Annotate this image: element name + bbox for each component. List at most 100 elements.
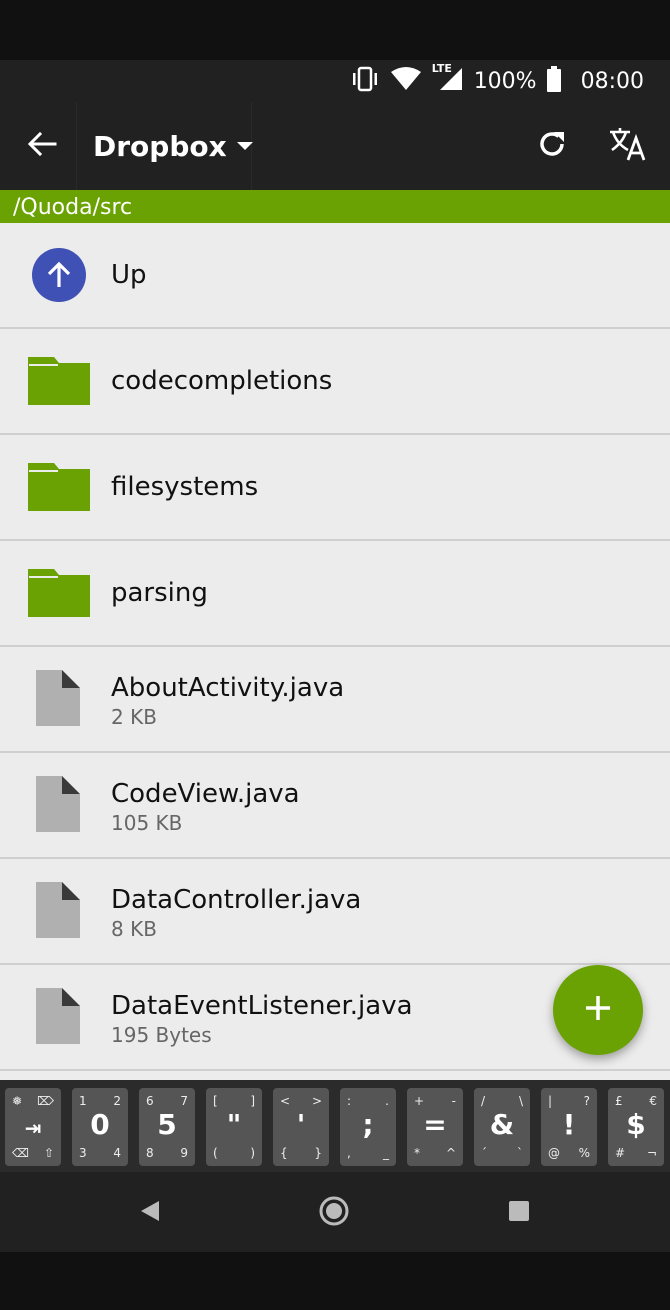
key-top-left: 6: [146, 1094, 154, 1108]
status-bar: LTE 100% 08:00: [0, 60, 670, 102]
tab-icon: ⇥: [24, 1116, 42, 1140]
key-main: $: [626, 1108, 646, 1141]
key-top-left: :: [347, 1094, 352, 1108]
back-button[interactable]: [20, 124, 64, 168]
file-icon: [28, 775, 90, 835]
key-special[interactable]: ❅ ⌦ ⇥ ⌫ ⇧: [5, 1088, 61, 1166]
key-top-right: €: [649, 1094, 657, 1108]
file-size: 8 KB: [111, 917, 157, 941]
file-item[interactable]: CodeView.java 105 KB: [0, 753, 670, 859]
key-bottom-left: @: [548, 1146, 560, 1160]
key-top-left: 1: [79, 1094, 87, 1108]
vibrate-icon: [350, 66, 380, 96]
key-0[interactable]: 1 2 0 3 4: [72, 1088, 128, 1166]
top-system-band: [0, 0, 670, 60]
key-top-right: 7: [180, 1094, 188, 1108]
key-5[interactable]: 6 7 5 8 9: [139, 1088, 195, 1166]
folder-name: filesystems: [111, 472, 259, 502]
key-bottom-left: {: [280, 1146, 288, 1160]
key-main: =: [423, 1108, 447, 1141]
symbol-key-bar: ❅ ⌦ ⇥ ⌫ ⇧ 1 2 0 3 4 6 7 5 8 9 [ ] " ( ) …: [0, 1080, 670, 1172]
system-nav-bar: [0, 1172, 670, 1252]
key-equals[interactable]: + - = * ^: [407, 1088, 463, 1166]
key-main: ;: [362, 1108, 374, 1141]
clock: 08:00: [580, 68, 644, 94]
key-bottom-right: }: [314, 1146, 322, 1160]
nav-recents-button[interactable]: [494, 1188, 544, 1238]
key-main: 5: [157, 1108, 177, 1141]
dropdown-arrow-icon: [236, 142, 253, 150]
key-bottom-left: 8: [146, 1146, 154, 1160]
file-item[interactable]: AboutActivity.java 2 KB: [0, 647, 670, 753]
key-main: &: [489, 1108, 515, 1141]
key-main: ": [226, 1108, 242, 1141]
battery-percent: 100%: [473, 68, 537, 94]
key-bottom-left: ⌫: [12, 1146, 29, 1160]
triangle-back-icon: [139, 1199, 161, 1227]
key-main: !: [562, 1108, 576, 1141]
lte-signal-icon: LTE: [432, 62, 464, 96]
arrow-up-icon: [28, 245, 90, 305]
list-item-up[interactable]: Up: [0, 223, 670, 329]
key-bottom-left: 3: [79, 1146, 87, 1160]
folder-name: codecompletions: [111, 366, 333, 396]
file-name: DataEventListener.java: [111, 991, 413, 1021]
key-top-left: +: [414, 1094, 425, 1108]
key-top-left: |: [548, 1094, 553, 1108]
status-icons: LTE 100% 08:00: [350, 60, 644, 102]
key-bottom-left: #: [615, 1146, 626, 1160]
folder-icon: [28, 457, 90, 517]
key-apostrophe[interactable]: < > ' { }: [273, 1088, 329, 1166]
key-top-right: 2: [113, 1094, 121, 1108]
key-main: ': [296, 1108, 306, 1141]
folder-icon: [28, 351, 90, 411]
file-icon: [28, 881, 90, 941]
translate-button[interactable]: [604, 124, 652, 168]
key-top-right: >: [311, 1094, 322, 1108]
key-top-left: [: [213, 1094, 218, 1108]
file-name: AboutActivity.java: [111, 673, 345, 703]
key-top-right: ?: [583, 1094, 590, 1108]
key-ampersand[interactable]: / \ & ´ `: [474, 1088, 530, 1166]
key-top-right: \: [518, 1094, 523, 1108]
folder-item[interactable]: codecompletions: [0, 329, 670, 435]
square-recents-icon: [508, 1200, 530, 1226]
key-quote[interactable]: [ ] " ( ): [206, 1088, 262, 1166]
add-fab-button[interactable]: [553, 965, 643, 1055]
key-top-right: -: [451, 1094, 456, 1108]
key-top-right: .: [385, 1094, 389, 1108]
folder-item[interactable]: filesystems: [0, 435, 670, 541]
file-name: DataController.java: [111, 885, 362, 915]
app-bar: Dropbox: [0, 102, 670, 190]
lte-label: LTE: [431, 62, 452, 75]
refresh-button[interactable]: [530, 124, 574, 168]
plus-icon: [584, 994, 612, 1026]
storage-title: Dropbox: [93, 129, 227, 163]
key-bottom-left: *: [414, 1146, 420, 1160]
file-size: 2 KB: [111, 705, 157, 729]
key-bottom-right: ): [250, 1146, 255, 1160]
folder-item[interactable]: parsing: [0, 541, 670, 647]
arrow-left-icon: [27, 131, 57, 161]
key-bottom-left: (: [213, 1146, 218, 1160]
key-bottom-right: _: [383, 1146, 389, 1160]
file-item[interactable]: DataController.java 8 KB: [0, 859, 670, 965]
current-path: /Quoda/src: [0, 190, 670, 223]
storage-selector[interactable]: Dropbox: [76, 102, 253, 190]
key-bottom-left: ,: [347, 1146, 351, 1160]
file-icon: [28, 987, 90, 1047]
key-top-right: ⌦: [37, 1094, 54, 1108]
folder-icon: [28, 563, 90, 623]
key-top-left: <: [280, 1094, 291, 1108]
key-semicolon[interactable]: : . ; , _: [340, 1088, 396, 1166]
key-bottom-right: ^: [445, 1146, 456, 1160]
key-exclamation[interactable]: | ? ! @ %: [541, 1088, 597, 1166]
key-bottom-right: ¬: [646, 1146, 657, 1160]
nav-home-button[interactable]: [309, 1188, 359, 1238]
folder-name: parsing: [111, 578, 208, 608]
file-size: 105 KB: [111, 811, 183, 835]
nav-back-button[interactable]: [125, 1188, 175, 1238]
key-top-left: ❅: [12, 1094, 23, 1108]
key-dollar[interactable]: £ € $ # ¬: [608, 1088, 664, 1166]
key-main: 0: [90, 1108, 110, 1141]
